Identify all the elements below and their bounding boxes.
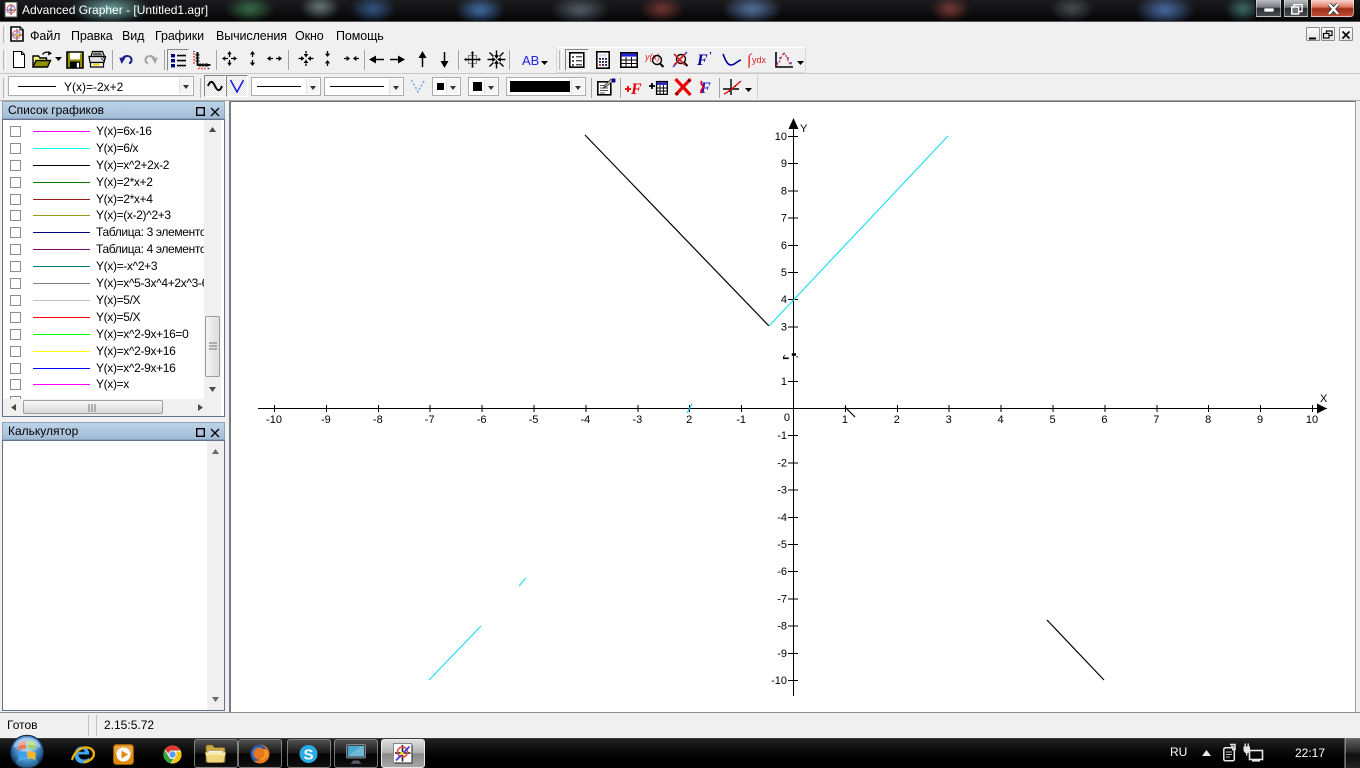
svg-text:8: 8 [781,185,787,197]
svg-text:S: S [304,747,314,764]
svg-text:-6: -6 [777,566,787,578]
svg-text:-6: -6 [477,414,487,426]
svg-text:4: 4 [781,294,787,306]
svg-text:': ' [709,51,712,62]
svg-text:ydx: ydx [752,55,767,65]
svg-text:10: 10 [1306,414,1318,426]
svg-text:9: 9 [1257,414,1263,426]
svg-text:-5: -5 [529,414,539,426]
svg-text:9: 9 [781,158,787,170]
svg-text:-9: -9 [321,414,331,426]
svg-text:-7: -7 [425,414,435,426]
svg-text:6: 6 [1101,414,1107,426]
svg-text:8: 8 [1205,414,1211,426]
svg-text:-9: -9 [777,648,787,660]
svg-text:1: 1 [781,376,787,388]
svg-text:0: 0 [784,412,790,424]
svg-text:-8: -8 [373,414,383,426]
svg-text:-3: -3 [632,414,642,426]
svg-text:-1: -1 [777,430,787,442]
svg-text:F: F [697,52,708,68]
svg-text:-7: -7 [777,593,787,605]
svg-text:-1: -1 [736,414,746,426]
svg-text:5: 5 [1049,414,1055,426]
svg-text:2: 2 [686,414,692,426]
svg-text:4: 4 [998,414,1004,426]
svg-text:F: F [630,81,642,95]
svg-text:-2: -2 [777,457,787,469]
svg-text:5: 5 [781,267,787,279]
svg-text:7: 7 [781,213,787,225]
svg-text:-10: -10 [266,414,282,426]
svg-text:-8: -8 [777,621,787,633]
svg-text:3: 3 [781,321,787,333]
svg-text:-4: -4 [777,512,787,524]
svg-text:-3: -3 [777,485,787,497]
svg-text:7: 7 [1153,414,1159,426]
svg-text:10: 10 [775,131,787,143]
svg-text:-5: -5 [777,539,787,551]
svg-text:-4: -4 [581,414,591,426]
svg-text:3: 3 [946,414,952,426]
svg-text:2: 2 [894,414,900,426]
svg-text:Y: Y [800,123,808,135]
svg-text:6: 6 [781,240,787,252]
svg-text:1: 1 [842,414,848,426]
svg-text:X: X [1320,393,1328,405]
svg-text:-10: -10 [771,675,787,687]
